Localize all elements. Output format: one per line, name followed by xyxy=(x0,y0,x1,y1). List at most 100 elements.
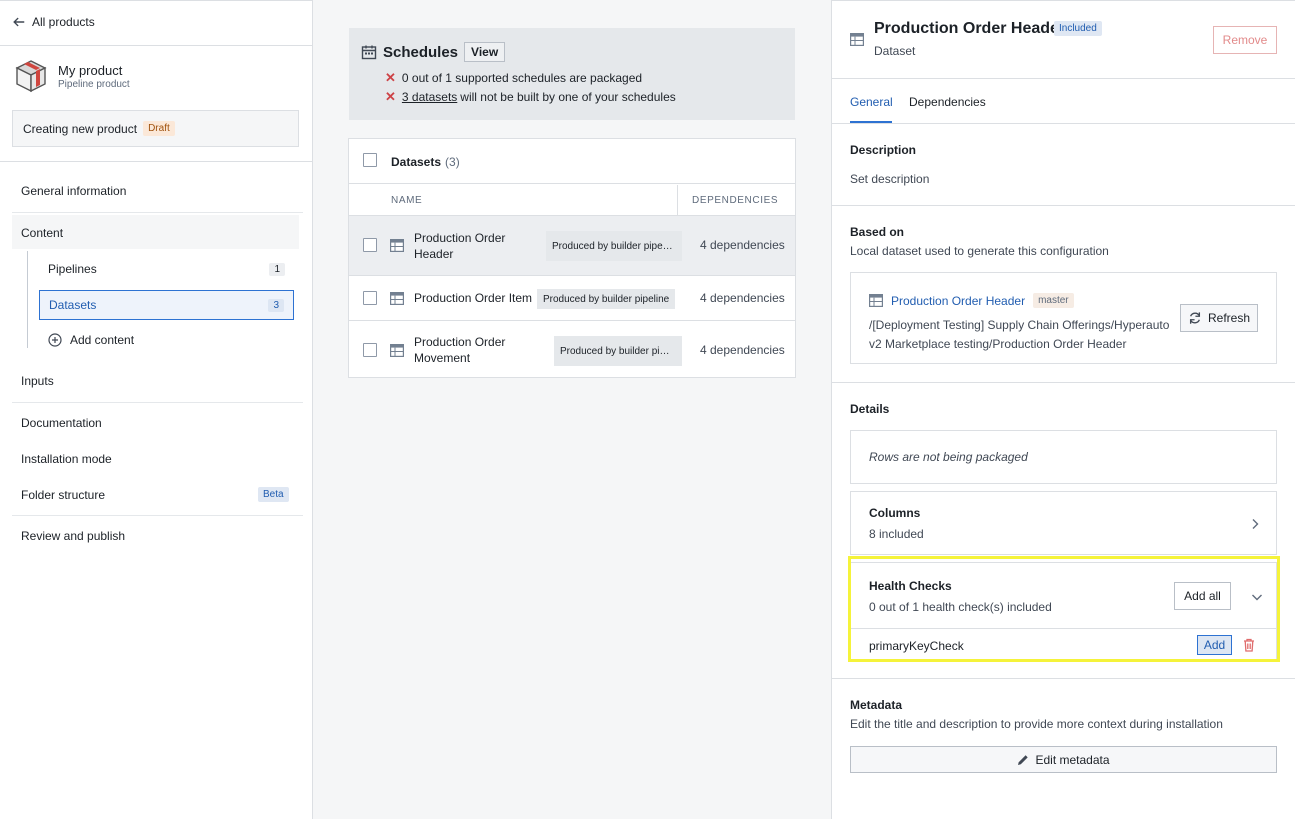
nav-item-pipelines[interactable]: Pipelines 1 xyxy=(39,254,294,284)
detail-panel: Production Order Header Included Dataset… xyxy=(831,0,1295,819)
divider xyxy=(12,515,303,516)
source-dataset-row: Production Order Header master xyxy=(869,293,1074,308)
datasets-status-line: ✕ 3 datasets will not be built by one of… xyxy=(385,89,676,105)
based-on-title: Based on xyxy=(850,225,905,239)
divider xyxy=(832,678,1295,679)
divider xyxy=(832,123,1295,124)
description-text[interactable]: Set description xyxy=(850,172,929,186)
datasets-link[interactable]: 3 datasets xyxy=(402,90,457,104)
edit-metadata-button[interactable]: Edit metadata xyxy=(850,746,1277,773)
add-health-check-button[interactable]: Add xyxy=(1197,635,1232,655)
schedules-line-2: will not be built by one of your schedul… xyxy=(460,90,676,104)
tree-line xyxy=(27,251,28,348)
schedules-callout: Schedules View ✕ 0 out of 1 supported sc… xyxy=(349,28,795,120)
divider xyxy=(12,402,303,403)
rows-packaging-text: Rows are not being packaged xyxy=(869,450,1028,464)
remove-button[interactable]: Remove xyxy=(1213,26,1277,54)
dataset-name: Production Order Movement xyxy=(414,334,505,366)
beta-badge: Beta xyxy=(258,487,289,502)
schedules-title: Schedules xyxy=(383,43,459,61)
producer-chip: Produced by builder pipe… xyxy=(546,231,682,261)
metadata-title: Metadata xyxy=(850,698,903,712)
nav-inputs[interactable]: Inputs xyxy=(21,374,54,388)
select-all-checkbox[interactable] xyxy=(363,153,377,167)
metadata-text: Edit the title and description to provid… xyxy=(850,717,1223,731)
refresh-icon xyxy=(1189,312,1201,324)
divider xyxy=(0,161,312,162)
based-on-text: Local dataset used to generate this conf… xyxy=(850,244,1109,258)
chevron-down-icon[interactable] xyxy=(1251,593,1263,601)
dataset-name: Production Order Item xyxy=(414,291,533,305)
dependencies-count[interactable]: 4 dependencies xyxy=(700,238,785,252)
schedules-header: Schedules View xyxy=(361,42,506,62)
error-x-icon: ✕ xyxy=(385,89,396,104)
table-row[interactable]: Production Order Movement Produced by bui… xyxy=(349,320,795,378)
column-header-dependencies[interactable]: DEPENDENCIES xyxy=(692,185,778,215)
sidebar: All products My product Pipeline product… xyxy=(0,0,313,819)
datasets-count: 3 xyxy=(268,298,284,312)
tab-dependencies[interactable]: Dependencies xyxy=(909,95,986,109)
columns-section[interactable]: Columns 8 included xyxy=(850,491,1277,555)
table-row[interactable]: Production Order Item Produced by builde… xyxy=(349,275,795,320)
dependencies-count[interactable]: 4 dependencies xyxy=(700,291,785,305)
columns-title: Columns xyxy=(869,506,921,520)
chevron-right-icon[interactable] xyxy=(1251,518,1259,530)
column-separator xyxy=(677,185,678,215)
dataset-table-icon xyxy=(869,294,883,307)
health-check-row: primaryKeyCheck Add xyxy=(851,629,1276,661)
branch-badge: master xyxy=(1033,293,1074,308)
refresh-button[interactable]: Refresh xyxy=(1180,304,1258,332)
dataset-name: Production Order Header xyxy=(414,230,505,262)
datasets-label: Datasets xyxy=(49,298,97,312)
datasets-table-header: Datasets (3) xyxy=(349,139,795,184)
dataset-name-line-2: Movement xyxy=(414,351,471,365)
table-row[interactable]: Production Order Header Produced by build… xyxy=(349,215,795,275)
view-schedules-button[interactable]: View xyxy=(464,42,506,62)
nav-item-datasets[interactable]: Datasets 3 xyxy=(39,290,294,320)
row-checkbox[interactable] xyxy=(363,238,377,252)
rows-packaging-box: Rows are not being packaged xyxy=(850,430,1277,484)
included-badge: Included xyxy=(1054,21,1102,36)
add-all-button[interactable]: Add all xyxy=(1174,582,1231,610)
source-path-line-2: v2 Marketplace testing/Production Order … xyxy=(869,337,1127,351)
add-content-button[interactable]: Add content xyxy=(48,333,134,347)
health-checks-title: Health Checks xyxy=(869,579,952,593)
health-checks-text: 0 out of 1 health check(s) included xyxy=(869,600,1052,614)
edit-metadata-label: Edit metadata xyxy=(1035,752,1110,767)
schedules-status-line: ✕ 0 out of 1 supported schedules are pac… xyxy=(385,70,642,86)
row-checkbox[interactable] xyxy=(363,291,377,305)
details-title: Details xyxy=(850,402,890,416)
source-dataset-card: Production Order Header master /[Deploym… xyxy=(850,272,1277,364)
nav-installation-mode[interactable]: Installation mode xyxy=(21,452,112,466)
dataset-name-line-1: Production Order xyxy=(414,335,506,349)
nav-review-and-publish[interactable]: Review and publish xyxy=(21,529,125,543)
add-content-label: Add content xyxy=(70,333,135,347)
nav-documentation[interactable]: Documentation xyxy=(21,416,102,430)
divider xyxy=(832,78,1295,79)
divider xyxy=(12,212,303,213)
nav-content[interactable]: Content xyxy=(21,226,63,240)
row-checkbox[interactable] xyxy=(363,343,377,357)
back-label: All products xyxy=(32,15,95,29)
datasets-title: Datasets (3) xyxy=(391,155,460,169)
trash-icon[interactable] xyxy=(1243,638,1255,652)
dataset-subtitle: Dataset xyxy=(874,44,916,58)
source-dataset-link[interactable]: Production Order Header xyxy=(891,294,1025,308)
columns-text: 8 included xyxy=(869,527,924,541)
dataset-table-icon xyxy=(390,344,404,357)
divider xyxy=(0,45,312,46)
tab-general[interactable]: General xyxy=(850,95,893,109)
dataset-name-line-2: Header xyxy=(414,247,454,261)
divider xyxy=(832,382,1295,383)
back-to-all-products[interactable]: All products xyxy=(12,15,95,29)
calendar-icon xyxy=(361,45,377,60)
description-title: Description xyxy=(850,143,917,157)
dependencies-count[interactable]: 4 dependencies xyxy=(700,343,785,357)
error-x-icon: ✕ xyxy=(385,70,396,85)
column-header-name[interactable]: NAME xyxy=(391,185,422,215)
dataset-table-icon xyxy=(390,292,404,305)
producer-chip: Produced by builder pipeline xyxy=(537,289,676,309)
source-path-line-1: /[Deployment Testing] Supply Chain Offer… xyxy=(869,318,1170,332)
nav-general-information[interactable]: General information xyxy=(21,184,126,198)
nav-folder-structure[interactable]: Folder structure xyxy=(21,488,105,502)
